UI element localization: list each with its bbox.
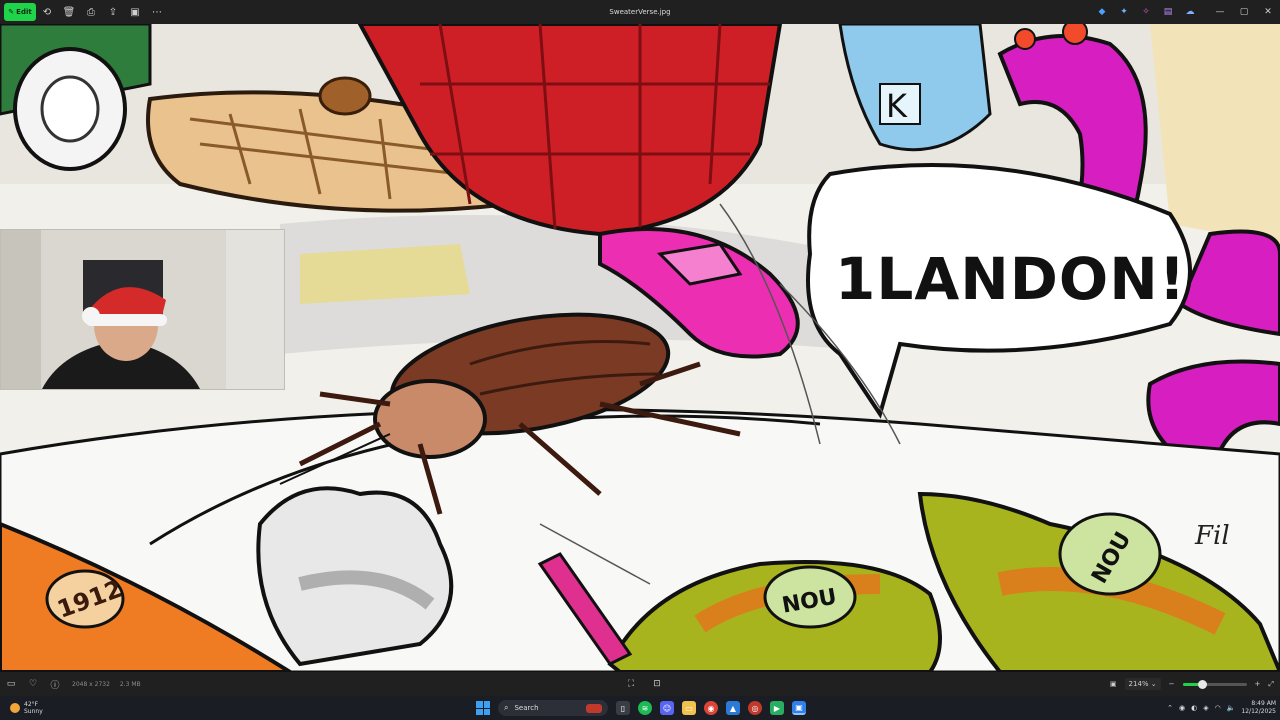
zoom-out-icon[interactable]: − (1169, 680, 1175, 688)
app-icon-2[interactable]: ✦ (1116, 4, 1132, 20)
clock[interactable]: 8:49 AM 12/12/2025 (1241, 700, 1276, 716)
zoom-in-icon[interactable]: + (1255, 680, 1261, 688)
tray-icon-1[interactable]: ◉ (1179, 704, 1185, 712)
folder-icon[interactable]: ▭ (682, 701, 696, 715)
maximize-button[interactable]: ▢ (1232, 0, 1256, 24)
edit-label: Edit (16, 8, 32, 16)
app-icon-5[interactable]: ☁ (1182, 4, 1198, 20)
sun-icon (10, 703, 20, 713)
filmstrip-icon[interactable]: ▭ (0, 672, 22, 696)
chrome-icon[interactable]: ◉ (704, 701, 718, 715)
artist-signature: Fil (1194, 521, 1230, 551)
app-icon-red[interactable]: ◎ (748, 701, 762, 715)
zoom-slider-knob[interactable] (1197, 679, 1207, 689)
weather-condition: Sunny (24, 708, 43, 715)
wifi-icon[interactable]: ◠ (1215, 704, 1221, 712)
share-icon[interactable]: ⇪ (102, 0, 124, 24)
start-button[interactable] (476, 701, 490, 715)
volume-icon[interactable]: 🔈 (1227, 704, 1236, 712)
fit-to-window-icon[interactable]: ⛶ (620, 672, 642, 696)
close-button[interactable]: ✕ (1256, 0, 1280, 24)
zoom-value: 214% (1128, 680, 1149, 688)
file-size: 2.3 MB (119, 680, 141, 688)
rotate-icon[interactable]: ⟲ (36, 0, 58, 24)
tray-icon-3[interactable]: ◈ (1203, 704, 1208, 712)
favorite-icon[interactable]: ♡ (22, 672, 44, 696)
date: 12/12/2025 (1241, 708, 1276, 715)
tray-icon-2[interactable]: ◐ (1191, 704, 1197, 712)
window-title: SweaterVerse.jpg (609, 8, 671, 16)
image-dimensions: 2048 x 2732 (72, 680, 110, 688)
edit-icon: ✎ (8, 8, 15, 16)
fullscreen-icon[interactable]: ⤢ (1268, 680, 1274, 689)
temperature: 42°F (24, 701, 39, 708)
image-canvas[interactable]: K 1LANDON! 1912 NOU NOU Fil (0, 24, 1280, 672)
file-explorer-icon[interactable]: ▯ (616, 701, 630, 715)
slideshow-icon[interactable]: ▣ (124, 0, 146, 24)
chevron-up-icon[interactable]: ⌃ (1167, 704, 1173, 712)
edit-button[interactable]: ✎ Edit (4, 3, 36, 21)
zoom-dropdown[interactable]: 214% ⌄ (1124, 678, 1161, 690)
zoom-slider[interactable] (1182, 679, 1247, 689)
discord-icon[interactable]: ☺ (660, 701, 674, 715)
app-icon-1[interactable]: ◆ (1094, 4, 1110, 20)
search-icon: ⌕ (504, 703, 509, 712)
actual-size-icon[interactable]: ⊡ (646, 672, 668, 696)
search-highlight-icon (586, 703, 602, 713)
webcam-overlay (0, 229, 285, 390)
search-label: Search (514, 704, 539, 712)
spotify-icon[interactable]: ≋ (638, 701, 652, 715)
status-bar: ▭ ♡ ⓘ 2048 x 2732 2.3 MB ⛶ ⊡ ▣ 214% ⌄ − … (0, 672, 1280, 696)
info-icon[interactable]: ⓘ (44, 672, 66, 696)
minimize-button[interactable]: — (1208, 0, 1232, 24)
title-bar: ✎ Edit ⟲ 🗑 ⎙ ⇪ ▣ ⋯ SweaterVerse.jpg ◆ ✦ … (0, 0, 1280, 24)
app-icon-active[interactable]: ▣ (792, 701, 806, 715)
taskbar-search[interactable]: ⌕ Search (498, 700, 608, 716)
webcam-feed (1, 230, 284, 389)
photos-icon[interactable]: ▲ (726, 701, 740, 715)
shirt-letter: K (886, 87, 908, 125)
app-icon-3[interactable]: ✧ (1138, 4, 1154, 20)
time: 8:49 AM (1251, 700, 1276, 707)
speech-bubble-text: 1LANDON! (835, 245, 1186, 313)
weather-widget[interactable]: 42°F Sunny (10, 701, 43, 715)
delete-icon[interactable]: 🗑 (58, 0, 80, 24)
app-icon-4[interactable]: ▤ (1160, 4, 1176, 20)
app-icon-green[interactable]: ▶ (770, 701, 784, 715)
system-tray: ⌃ ◉ ◐ ◈ ◠ 🔈 8:49 AM 12/12/2025 (1167, 696, 1276, 720)
aspect-icon[interactable]: ▣ (1110, 680, 1117, 688)
more-icon[interactable]: ⋯ (146, 0, 168, 24)
print-icon[interactable]: ⎙ (80, 0, 102, 24)
taskbar: 42°F Sunny ⌕ Search ▯ ≋ ☺ ▭ ◉ ▲ ◎ ▶ ▣ ⌃ … (0, 696, 1280, 720)
